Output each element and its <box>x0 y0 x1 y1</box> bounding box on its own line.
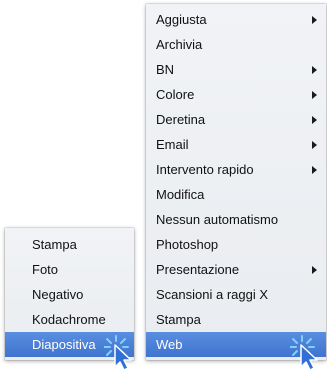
mouse-pointer-click-icon <box>104 335 132 370</box>
menu-item-label: BN <box>156 62 175 77</box>
menu-item-scansioni-raggi-x[interactable]: Scansioni a raggi X <box>146 282 326 307</box>
menu-item-intervento-rapido[interactable]: Intervento rapido <box>146 157 326 182</box>
menu-item-label: Scansioni a raggi X <box>156 287 269 302</box>
menu-item-colore[interactable]: Colore <box>146 82 326 107</box>
menu-item-label: Nessun automatismo <box>156 212 279 227</box>
menu-item-label: Presentazione <box>156 262 240 277</box>
mouse-pointer-click-icon <box>290 335 318 370</box>
menu-item-modifica[interactable]: Modifica <box>146 182 326 207</box>
menu-item-kodachrome[interactable]: Kodachrome <box>5 307 134 332</box>
menu-item-stampa[interactable]: Stampa <box>5 232 134 257</box>
menu-item-foto[interactable]: Foto <box>5 257 134 282</box>
menu-item-label: Photoshop <box>156 237 219 252</box>
menu-item-label: Negativo <box>32 287 84 302</box>
menu-item-label: Kodachrome <box>32 312 106 327</box>
menu-item-stampa[interactable]: Stampa <box>146 307 326 332</box>
menu-item-archivia[interactable]: Archivia <box>146 32 326 57</box>
menu-item-label: Deretina <box>156 112 206 127</box>
menu-item-deretina[interactable]: Deretina <box>146 107 326 132</box>
menu-item-negativo[interactable]: Negativo <box>5 282 134 307</box>
menu-item-label: Colore <box>156 87 195 102</box>
right-context-menu: Aggiusta Archivia BN Colore Deretina Ema… <box>146 4 326 360</box>
menu-item-label: Archivia <box>156 37 203 52</box>
menu-item-photoshop[interactable]: Photoshop <box>146 232 326 257</box>
menu-item-label: Web <box>156 337 183 352</box>
submenu-arrow-icon <box>312 266 317 274</box>
submenu-arrow-icon <box>312 166 317 174</box>
menu-item-email[interactable]: Email <box>146 132 326 157</box>
screenshot-canvas: Stampa Foto Negativo Kodachrome Diaposit… <box>0 0 327 373</box>
submenu-arrow-icon <box>312 141 317 149</box>
menu-item-label: Modifica <box>156 187 205 202</box>
submenu-arrow-icon <box>312 91 317 99</box>
submenu-arrow-icon <box>312 16 317 24</box>
menu-item-nessun-automatismo[interactable]: Nessun automatismo <box>146 207 326 232</box>
menu-item-label: Intervento rapido <box>156 162 254 177</box>
menu-item-label: Aggiusta <box>156 12 207 27</box>
menu-item-label: Email <box>156 137 189 152</box>
menu-item-presentazione[interactable]: Presentazione <box>146 257 326 282</box>
submenu-arrow-icon <box>312 116 317 124</box>
submenu-arrow-icon <box>312 66 317 74</box>
menu-item-bn[interactable]: BN <box>146 57 326 82</box>
menu-item-label: Stampa <box>156 312 201 327</box>
menu-item-aggiusta[interactable]: Aggiusta <box>146 7 326 32</box>
menu-item-label: Diapositiva <box>32 337 96 352</box>
menu-item-label: Stampa <box>32 237 77 252</box>
menu-item-label: Foto <box>32 262 59 277</box>
